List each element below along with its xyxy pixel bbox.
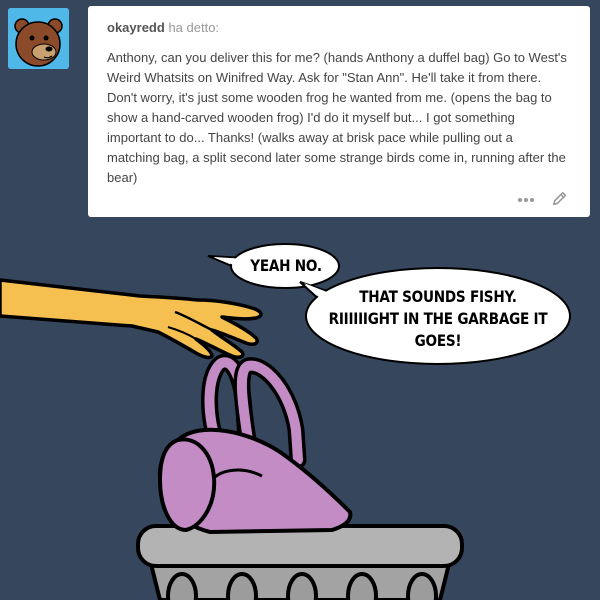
- speech-bubble-1-text: YEAH NO.: [250, 256, 322, 275]
- ask-card: okayredd ha detto: Anthony, can you deli…: [88, 6, 590, 217]
- bear-avatar-icon: [8, 8, 69, 69]
- pencil-icon[interactable]: [550, 191, 570, 207]
- card-actions: [516, 191, 570, 207]
- speech-bubble-2-line-2: RIIIIIIGHT IN THE GARBAGE IT: [328, 309, 548, 328]
- card-header: okayredd ha detto:: [107, 20, 570, 35]
- duffel-bag-illustration: [157, 353, 353, 534]
- asker-username[interactable]: okayredd: [107, 20, 165, 35]
- more-dots-icon[interactable]: [516, 191, 536, 207]
- trash-can-illustration: [136, 524, 464, 600]
- user-avatar[interactable]: [8, 8, 69, 69]
- said-label: ha detto:: [168, 20, 220, 35]
- speech-bubble-2-line-3: GOES!: [414, 331, 462, 350]
- hand-illustration: [0, 278, 263, 360]
- ask-message: Anthony, can you deliver this for me? (h…: [107, 50, 567, 185]
- speech-bubble-2-line-1: THAT SOUNDS FISHY.: [359, 287, 517, 306]
